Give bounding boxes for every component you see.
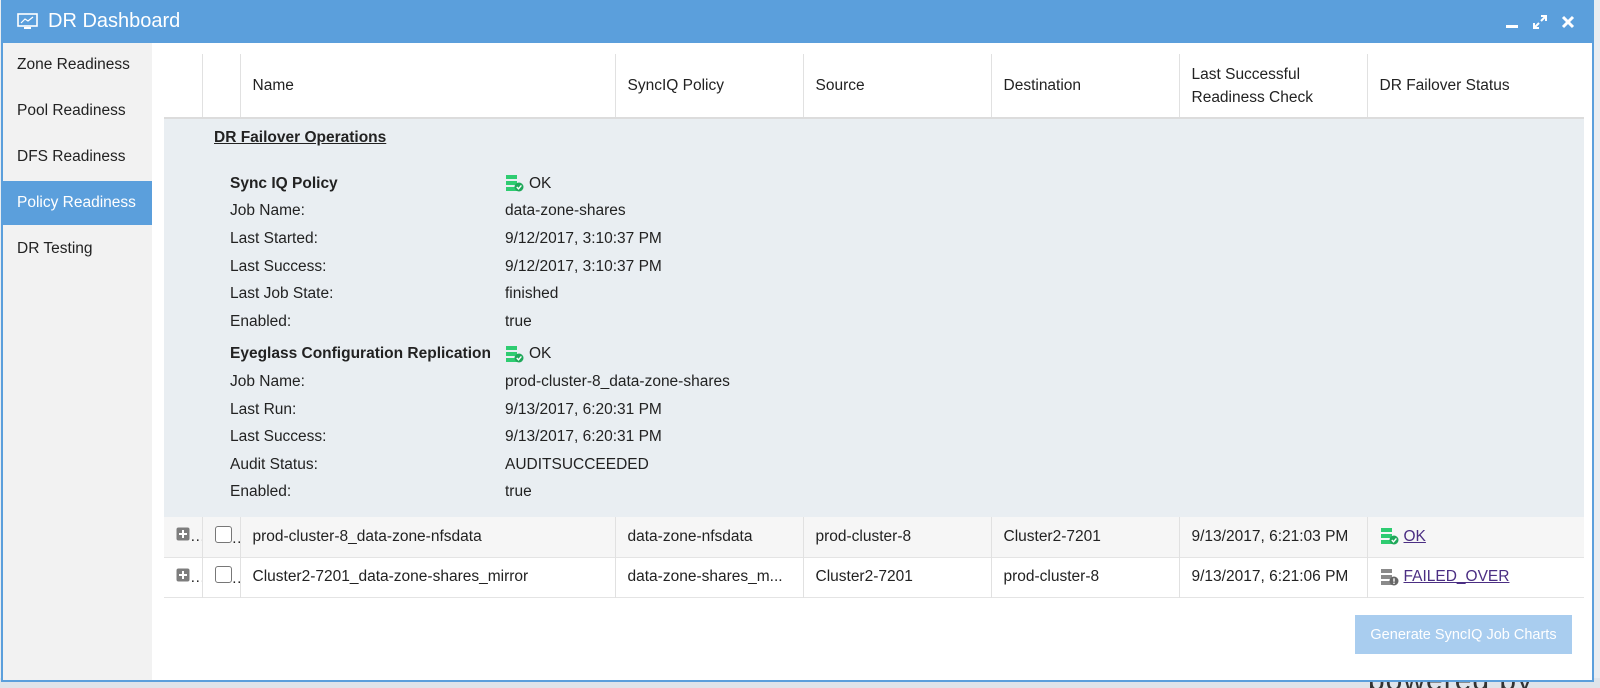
header-last-check[interactable]: Last Successful Readiness Check xyxy=(1178,54,1367,119)
header-name[interactable]: Name xyxy=(239,54,615,119)
destination-cell: prod-cluster-8 xyxy=(990,557,1179,597)
expand-cell xyxy=(164,557,202,597)
source-cell: prod-cluster-8 xyxy=(802,517,991,557)
sidebar: Zone Readiness Pool Readiness DFS Readin… xyxy=(3,43,152,680)
header-destination[interactable]: Destination xyxy=(990,54,1179,119)
eyeglass-field: Job Name: prod-cluster-8_data-zone-shares xyxy=(214,368,1584,396)
generate-synciq-job-charts-button[interactable]: Generate SyncIQ Job Charts xyxy=(1355,615,1572,654)
syncinfo-field: Enabled: true xyxy=(214,308,1584,336)
field-label: Last Success: xyxy=(230,257,327,275)
close-icon[interactable] xyxy=(1560,14,1576,30)
field-value: prod-cluster-8_data-zone-shares xyxy=(505,372,730,390)
field-label: Enabled: xyxy=(230,483,292,501)
select-cell xyxy=(201,517,240,557)
header-failover-status[interactable]: DR Failover Status xyxy=(1366,54,1584,119)
sidebar-item-zone-readiness[interactable]: Zone Readiness xyxy=(3,43,152,87)
ok-status-icon xyxy=(506,175,524,192)
expand-cell xyxy=(164,517,202,557)
failed-over-status-icon xyxy=(1380,568,1398,585)
monitor-icon xyxy=(17,13,38,29)
field-value: 9/12/2017, 3:10:37 PM xyxy=(505,257,662,275)
field-value: true xyxy=(505,312,532,330)
header-synciq-policy[interactable]: SyncIQ Policy xyxy=(614,54,803,119)
field-label: Enabled: xyxy=(230,312,292,330)
eyeglass-status: OK xyxy=(529,345,552,363)
policy-table: Name SyncIQ Policy Source Destination La… xyxy=(164,54,1584,598)
syncinfo-field: Job Name: data-zone-shares xyxy=(214,198,1584,226)
field-label: Last Success: xyxy=(230,428,327,446)
policy-readiness-panel: Name SyncIQ Policy Source Destination La… xyxy=(164,54,1584,598)
syncinfo-heading-row: Sync IQ Policy OK xyxy=(214,170,1584,198)
name-cell: prod-cluster-8_data-zone-nfsdata xyxy=(239,517,615,557)
syncinfo-field: Last Started: 9/12/2017, 3:10:37 PM xyxy=(214,225,1584,253)
syncinfo-status: OK xyxy=(529,174,552,192)
syncinfo-field: Last Job State: finished xyxy=(214,280,1584,308)
row-checkbox[interactable] xyxy=(214,566,232,583)
window-title: DR Dashboard xyxy=(48,10,181,32)
field-value: true xyxy=(505,483,532,501)
field-value: 9/13/2017, 6:20:31 PM xyxy=(505,400,662,418)
eyeglass-field: Enabled: true xyxy=(214,479,1584,507)
eyeglass-field: Audit Status: AUDITSUCCEEDED xyxy=(214,451,1584,479)
destination-cell: Cluster2-7201 xyxy=(990,517,1179,557)
sidebar-item-dr-testing[interactable]: DR Testing xyxy=(3,227,152,271)
status-cell: OK xyxy=(1366,517,1584,557)
minimize-icon[interactable] xyxy=(1504,14,1520,30)
field-value: 9/12/2017, 3:10:37 PM xyxy=(505,229,662,247)
field-label: Job Name: xyxy=(230,372,305,390)
status-cell: FAILED_OVER xyxy=(1366,557,1584,597)
header-select xyxy=(201,54,240,119)
table-row[interactable]: Cluster2-7201_data-zone-shares_mirror da… xyxy=(164,557,1584,597)
expand-plus-icon[interactable] xyxy=(176,568,190,582)
sidebar-item-pool-readiness[interactable]: Pool Readiness xyxy=(3,89,152,133)
field-label: Job Name: xyxy=(230,202,305,220)
sidebar-item-dfs-readiness[interactable]: DFS Readiness xyxy=(3,135,152,179)
ok-status-icon xyxy=(506,345,524,363)
eyeglass-field: Last Run: 9/13/2017, 6:20:31 PM xyxy=(214,396,1584,424)
ok-status-icon xyxy=(1380,528,1398,545)
field-value: 9/13/2017, 6:20:31 PM xyxy=(505,428,662,446)
dr-dashboard-window: DR Dashboard Zone Readiness Pool Readine… xyxy=(1,0,1594,682)
status-link[interactable]: OK xyxy=(1404,528,1426,546)
source-cell: Cluster2-7201 xyxy=(802,557,991,597)
last-check-cell: 9/13/2017, 6:21:06 PM xyxy=(1178,557,1367,597)
title-bar[interactable]: DR Dashboard xyxy=(3,0,1592,43)
syncinfo-heading: Sync IQ Policy xyxy=(230,174,338,192)
status-link[interactable]: FAILED_OVER xyxy=(1404,568,1510,586)
policy-cell: data-zone-nfsdata xyxy=(614,517,803,557)
table-header-row: Name SyncIQ Policy Source Destination La… xyxy=(164,54,1584,119)
field-value: AUDITSUCCEEDED xyxy=(505,455,649,473)
select-cell xyxy=(201,557,240,597)
field-value: finished xyxy=(505,285,559,303)
eyeglass-field: Last Success: 9/13/2017, 6:20:31 PM xyxy=(214,423,1584,451)
last-check-cell: 9/13/2017, 6:21:03 PM xyxy=(1178,517,1367,557)
syncinfo-field: Last Success: 9/12/2017, 3:10:37 PM xyxy=(214,253,1584,281)
field-label: Last Started: xyxy=(230,229,318,247)
sidebar-item-policy-readiness[interactable]: Policy Readiness xyxy=(3,181,152,225)
field-value: data-zone-shares xyxy=(505,202,626,220)
field-label: Last Job State: xyxy=(230,285,334,303)
header-source[interactable]: Source xyxy=(802,54,991,119)
eyeglass-heading: Eyeglass Configuration Replication xyxy=(230,345,491,363)
header-expand xyxy=(164,54,202,119)
name-cell: Cluster2-7201_data-zone-shares_mirror xyxy=(239,557,615,597)
table-row[interactable]: prod-cluster-8_data-zone-nfsdata data-zo… xyxy=(164,517,1584,557)
failover-details-panel: DR Failover Operations Sync IQ Policy OK xyxy=(164,119,1584,517)
details-title[interactable]: DR Failover Operations xyxy=(214,129,386,147)
eyeglass-heading-row: Eyeglass Configuration Replication OK xyxy=(214,341,1584,369)
policy-cell: data-zone-shares_m... xyxy=(614,557,803,597)
details-row: DR Failover Operations Sync IQ Policy OK xyxy=(164,118,1584,517)
field-label: Audit Status: xyxy=(230,455,318,473)
expand-plus-icon[interactable] xyxy=(176,527,190,541)
field-label: Last Run: xyxy=(230,400,297,418)
maximize-icon[interactable] xyxy=(1532,14,1548,30)
row-checkbox[interactable] xyxy=(214,525,232,543)
